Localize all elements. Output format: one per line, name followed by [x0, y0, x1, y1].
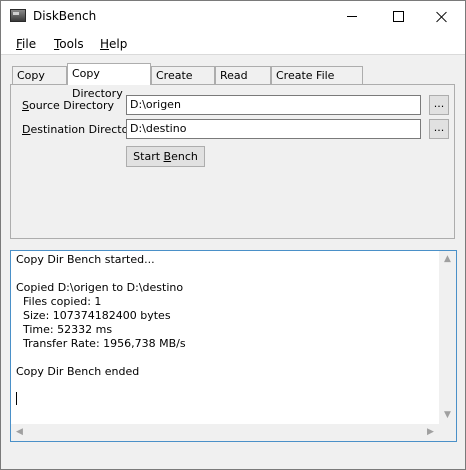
- log-output[interactable]: Copy Dir Bench started... Copied D:\orig…: [10, 250, 457, 442]
- tab-create-file-batch[interactable]: Create File Batch: [271, 66, 363, 99]
- log-line: Copy Dir Bench started...: [16, 253, 155, 266]
- vertical-scrollbar[interactable]: ▲ ▼: [439, 251, 456, 424]
- scroll-up-icon[interactable]: ▲: [439, 251, 456, 268]
- maximize-icon: [392, 11, 404, 22]
- diskbench-window: DiskBench File Tools Help Copy File Copy…: [0, 0, 466, 470]
- copy-directory-panel: Source Directory D:\origen ... Destinati…: [10, 84, 455, 239]
- drive-icon: [10, 9, 26, 22]
- destination-directory-label: Destination Directory: [22, 123, 140, 136]
- tab-copy-directory[interactable]: Copy Directory: [67, 63, 151, 100]
- title-bar[interactable]: DiskBench: [1, 1, 465, 32]
- minimize-button[interactable]: [329, 1, 375, 32]
- maximize-button[interactable]: [375, 1, 421, 32]
- log-line: Time: 52332 ms: [16, 323, 113, 336]
- tab-copy-file[interactable]: Copy File: [12, 66, 67, 99]
- source-browse-button[interactable]: ...: [429, 95, 449, 115]
- destination-directory-field[interactable]: D:\destino: [126, 119, 421, 139]
- menu-file[interactable]: File: [16, 37, 36, 51]
- start-bench-button[interactable]: Start Bench: [126, 146, 205, 167]
- menu-tools[interactable]: Tools: [54, 37, 84, 51]
- scroll-left-icon[interactable]: ◀: [11, 424, 28, 441]
- tab-read-file[interactable]: Read File: [215, 66, 271, 99]
- text-caret: [16, 392, 17, 405]
- destination-browse-button[interactable]: ...: [429, 119, 449, 139]
- source-directory-field[interactable]: D:\origen: [126, 95, 421, 115]
- log-line: Copied D:\origen to D:\destino: [16, 281, 184, 294]
- close-icon: [436, 11, 448, 23]
- horizontal-scrollbar[interactable]: ◀ ▶: [11, 424, 439, 441]
- tab-create-file[interactable]: Create File: [151, 66, 215, 99]
- scrollbar-corner: [439, 424, 456, 441]
- minimize-icon: [347, 16, 357, 17]
- log-line: Copy Dir Bench ended: [16, 365, 140, 378]
- scroll-right-icon[interactable]: ▶: [422, 424, 439, 441]
- menu-bar: File Tools Help: [1, 32, 465, 55]
- menu-help[interactable]: Help: [100, 37, 127, 51]
- window-title: DiskBench: [33, 9, 97, 23]
- scroll-down-icon[interactable]: ▼: [439, 407, 456, 424]
- log-line: Transfer Rate: 1956,738 MB/s: [16, 337, 186, 350]
- close-button[interactable]: [419, 1, 465, 32]
- log-line: Size: 107374182400 bytes: [16, 309, 171, 322]
- log-line: Files copied: 1: [16, 295, 102, 308]
